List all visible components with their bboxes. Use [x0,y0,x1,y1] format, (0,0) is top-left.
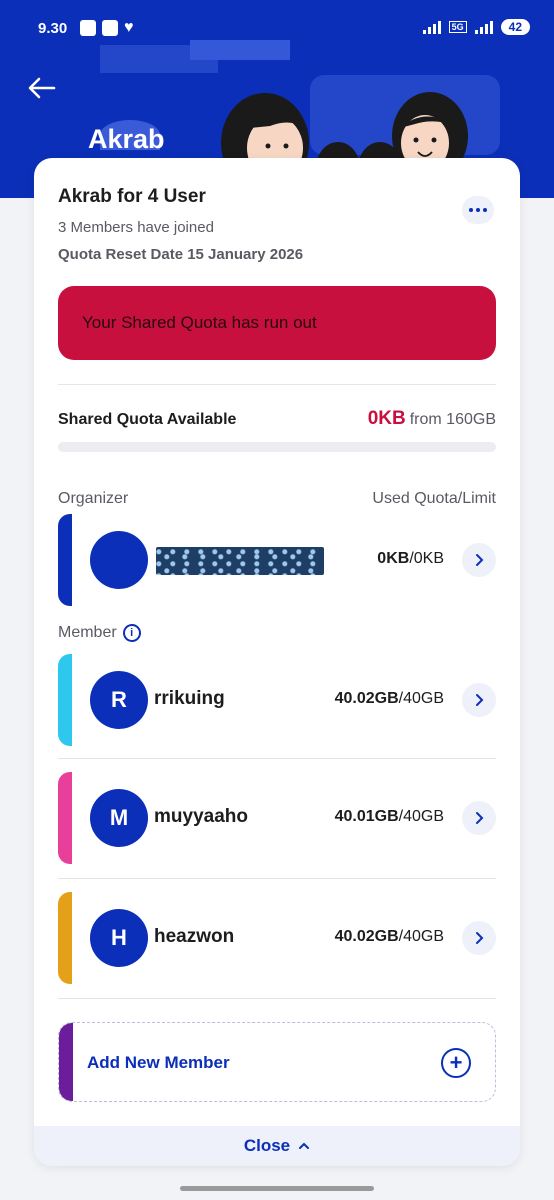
more-options-button[interactable] [462,196,494,224]
row-stripe [58,772,72,864]
member-section-label: Member i [58,624,141,642]
member-name: rrikuing [154,688,225,709]
quota-available: 0KB [367,408,406,429]
quota-progress-bar [58,442,496,452]
divider [58,878,496,879]
used-quota-column-label: Used Quota/Limit [372,490,496,507]
avatar: H [90,909,148,967]
quota-reset-date: Quota Reset Date 15 January 2026 [58,246,304,263]
organizer-section-label: Organizer [58,490,129,507]
quota-usage: 40.02GB/40GB [334,928,444,945]
member-row[interactable]: H heazwon 40.02GB/40GB [58,892,496,984]
close-label: Close [243,1136,291,1155]
chevron-right-icon[interactable] [462,801,496,835]
divider [58,758,496,759]
quota-usage: 40.01GB/40GB [334,808,444,825]
more-dot-icon [469,208,473,212]
member-row[interactable]: R rrikuing 40.02GB/40GB [58,654,496,746]
plan-title: Akrab for 4 User [58,186,206,207]
akrab-card: Akrab for 4 User 3 Members have joined Q… [34,158,520,1166]
member-name: heazwon [154,926,235,947]
network-type: 5G [448,21,467,33]
signal-icon [474,20,493,34]
avatar [90,531,148,589]
organizer-row[interactable]: 0KB/0KB [58,514,496,606]
close-button[interactable]: Close [34,1126,520,1166]
chevron-right-icon[interactable] [462,683,496,717]
more-dot-icon [483,208,487,212]
signal-icon [422,20,441,34]
status-indicators: 5G 42 [422,19,530,35]
battery-level: 42 [500,19,530,35]
row-stripe [58,654,72,746]
page-title: Akrab [88,124,165,154]
chevron-up-icon [299,1142,310,1149]
avatar: M [90,789,148,847]
chevron-right-icon[interactable] [462,543,496,577]
shared-quota-label: Shared Quota Available [58,411,237,428]
row-stripe [58,892,72,984]
row-stripe [59,1023,73,1101]
status-bar: 9.30 ♥ 5G 42 [0,0,554,60]
add-member-button[interactable]: Add New Member + [58,1022,496,1102]
home-indicator[interactable] [180,1186,374,1191]
back-arrow-icon[interactable] [26,72,58,104]
row-stripe [58,514,72,606]
quota-alert-banner: Your Shared Quota has run out [58,286,496,360]
member-row[interactable]: M muyyaaho 40.01GB/40GB [58,772,496,864]
wallet-icon [102,20,118,36]
divider [58,384,496,385]
redacted-name [156,547,324,575]
quota-usage: 40.02GB/40GB [334,690,444,707]
divider [58,998,496,999]
heart-icon: ♥ [124,19,134,36]
members-joined-text: 3 Members have joined [58,219,214,236]
more-dot-icon [476,208,480,212]
member-name: muyyaaho [154,806,248,827]
add-member-label: Add New Member [87,1053,230,1072]
status-time: 9.30 [38,20,68,37]
notification-icons: ♥ [80,20,134,36]
chevron-right-icon[interactable] [462,921,496,955]
info-icon[interactable]: i [122,624,141,642]
quota-usage: 0KB/0KB [377,550,444,567]
quota-total: from 160GB [409,411,496,428]
notification-icon [80,20,96,36]
plus-circle-icon[interactable]: + [441,1048,471,1078]
avatar: R [90,671,148,729]
shared-quota-value: 0KB from 160GB [368,408,496,430]
alert-message: Your Shared Quota has run out [82,313,317,332]
